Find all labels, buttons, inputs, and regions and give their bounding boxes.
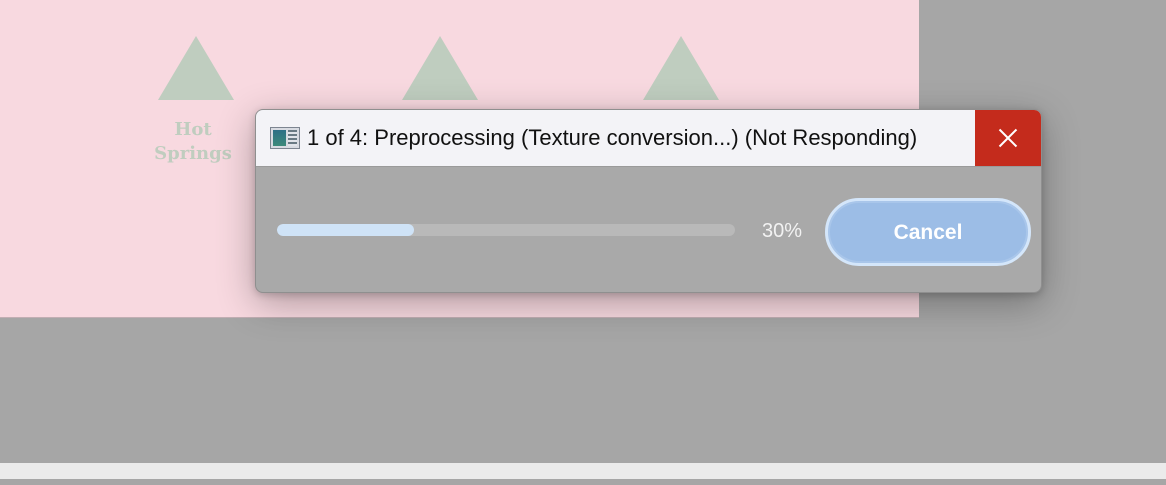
cancel-button[interactable]: Cancel	[825, 198, 1031, 266]
progress-bar	[277, 224, 735, 236]
tree-icon	[402, 36, 478, 100]
progress-dialog: 1 of 4: Preprocessing (Texture conversio…	[255, 109, 1042, 293]
dialog-titlebar[interactable]: 1 of 4: Preprocessing (Texture conversio…	[256, 110, 1041, 167]
progress-bar-fill	[277, 224, 415, 236]
cancel-button-label: Cancel	[893, 221, 963, 244]
dialog-title: 1 of 4: Preprocessing (Texture conversio…	[307, 125, 918, 150]
bottom-scrollbar	[0, 463, 1166, 479]
close-button[interactable]	[975, 110, 1041, 166]
app-window-icon	[270, 127, 300, 149]
progress-percentage: 30%	[762, 220, 803, 242]
tree-icon	[643, 36, 719, 100]
tree-icon	[158, 36, 234, 100]
logo-text: Hot Springs	[154, 119, 232, 164]
